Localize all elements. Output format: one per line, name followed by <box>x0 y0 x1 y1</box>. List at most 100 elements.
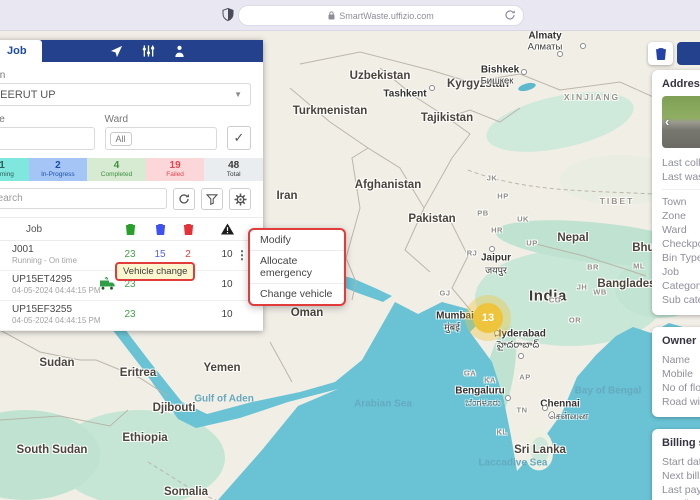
details-panel: Address 1 ‹ Last collectionLast washed T… <box>652 70 700 500</box>
job-column-header: Job <box>0 224 42 235</box>
settings-button[interactable] <box>229 188 251 210</box>
map-marker-dot[interactable] <box>580 43 586 49</box>
map-label: ಬೆಂಗಳೂರು <box>465 398 500 409</box>
map-label: WB <box>593 288 607 297</box>
map-label: CG <box>549 296 561 305</box>
detail-field-label: Category <box>662 279 700 293</box>
map-marker-dot[interactable] <box>542 405 548 411</box>
map-label: Бишкек <box>481 76 514 87</box>
bin-tool-button[interactable] <box>648 42 673 65</box>
tune-filter-icon[interactable] <box>142 45 155 57</box>
map-label: Somalia <box>164 486 208 498</box>
stat-completed[interactable]: 4Completed <box>87 158 146 181</box>
map-label: XINJIANG <box>564 92 620 102</box>
stat-total[interactable]: 48Total <box>204 158 263 181</box>
job-panel: Job Town MEERUT UP ▼ Zone <box>0 40 263 331</box>
refresh-icon <box>178 193 190 205</box>
map-label: Tajikistan <box>421 112 473 124</box>
funnel-icon <box>206 194 218 205</box>
trash-icon <box>655 47 667 60</box>
map-label: TN <box>517 406 528 415</box>
map-label: HP <box>497 192 508 201</box>
map-label: Iran <box>276 190 297 202</box>
apply-filters-button[interactable]: ✓ <box>227 126 251 150</box>
map-label: Jaipur <box>481 253 511 264</box>
tab-job[interactable]: Job <box>0 40 42 62</box>
stat-upcoming[interactable]: 21Upcoming <box>0 158 29 181</box>
green-bin-icon <box>117 223 143 235</box>
map-label: KL <box>497 428 508 437</box>
row-context-menu: ModifyAllocate emergencyChange vehicle <box>248 228 346 306</box>
search-input[interactable] <box>0 188 167 209</box>
address-card: Address 1 ‹ Last collectionLast washed T… <box>652 70 700 315</box>
map-label: Sri Lanka <box>514 444 566 456</box>
menu-item[interactable]: Modify <box>250 230 344 250</box>
map-label: South Sudan <box>17 444 88 456</box>
zone-input[interactable] <box>0 127 95 150</box>
map-label: Eritrea <box>120 367 156 379</box>
panel-collapse-button[interactable] <box>677 42 700 65</box>
menu-item[interactable]: Allocate emergency <box>250 250 344 283</box>
map-label: ML <box>633 262 645 271</box>
stat-in-progress[interactable]: 2In-Progress <box>29 158 88 181</box>
photo-prev-arrow[interactable]: ‹ <box>665 114 669 129</box>
map-cluster-marker[interactable]: 13 <box>473 303 503 333</box>
map-label: Bay of Bengal <box>575 386 642 397</box>
detail-field-label: Last collection <box>662 156 700 170</box>
navigation-icon[interactable] <box>110 45 123 58</box>
alert-icon <box>214 224 240 235</box>
filter-button[interactable] <box>201 188 223 210</box>
map-marker-dot[interactable] <box>518 353 524 359</box>
map-label: HR <box>491 226 503 235</box>
green-count: 23 <box>117 249 143 260</box>
detail-field-label: Start date <box>662 455 700 469</box>
detail-field-label: Last washed <box>662 170 700 184</box>
detail-field-label: Bin Type <box>662 251 700 265</box>
red-count: 2 <box>175 249 201 260</box>
lock-icon <box>328 11 335 20</box>
table-row[interactable]: UP15EF325504-05-2024 04:44:15 PM 23 10 <box>0 301 263 331</box>
divider <box>662 189 700 190</box>
map-label: హైదరాబాద్ <box>497 340 539 353</box>
map-marker-dot[interactable] <box>489 246 495 252</box>
map-label: Sudan <box>39 357 74 369</box>
vehicle-change-tooltip: Vehicle change <box>115 262 195 281</box>
map-marker-dot[interactable] <box>429 85 435 91</box>
map-label: KA <box>484 376 496 385</box>
map-marker-dot[interactable] <box>557 51 563 57</box>
person-pin-icon[interactable] <box>174 45 185 58</box>
map-marker-dot[interactable] <box>521 69 527 75</box>
map-label: TIBET <box>600 196 635 206</box>
shield-icon[interactable] <box>222 8 234 21</box>
job-panel-header: Job <box>0 40 263 62</box>
red-bin-icon <box>175 223 201 235</box>
zone-label: Zone <box>0 114 95 125</box>
detail-field-label: Next bill date <box>662 469 700 483</box>
town-dropdown[interactable]: MEERUT UP ▼ <box>0 83 251 106</box>
ward-all-chip[interactable]: All <box>110 132 132 146</box>
detail-field-label: Name <box>662 353 700 367</box>
blue-count: 15 <box>147 249 173 260</box>
map-label: Almaty <box>528 31 561 42</box>
ward-input[interactable]: All <box>105 127 218 150</box>
map-label: जयपुर <box>485 264 507 277</box>
map-label: मुंबई <box>444 321 460 334</box>
detail-field-label: Last payment <box>662 483 700 497</box>
map-marker-dot[interactable] <box>505 395 511 401</box>
town-label: Town <box>0 70 251 81</box>
refresh-icon[interactable] <box>504 9 516 21</box>
job-status: Running - On time <box>12 256 77 265</box>
map-label: Nepal <box>557 232 588 244</box>
refresh-button[interactable] <box>173 188 195 210</box>
map-label: PB <box>477 209 488 218</box>
map-label: Oman <box>291 307 324 319</box>
map-label: Yemen <box>203 362 240 374</box>
stat-failed[interactable]: 19Failed <box>146 158 205 181</box>
map-label: Gulf of Aden <box>194 394 254 405</box>
row-menu-icon[interactable]: ⋮ <box>236 248 248 262</box>
job-id: UP15EF3255 <box>12 304 101 315</box>
menu-item[interactable]: Change vehicle <box>250 283 344 304</box>
job-timestamp: 04-05-2024 04:44:15 PM <box>12 316 101 325</box>
address-bar[interactable]: SmartWaste.uffizio.com <box>238 5 524 26</box>
green-count: 23 <box>117 309 143 320</box>
